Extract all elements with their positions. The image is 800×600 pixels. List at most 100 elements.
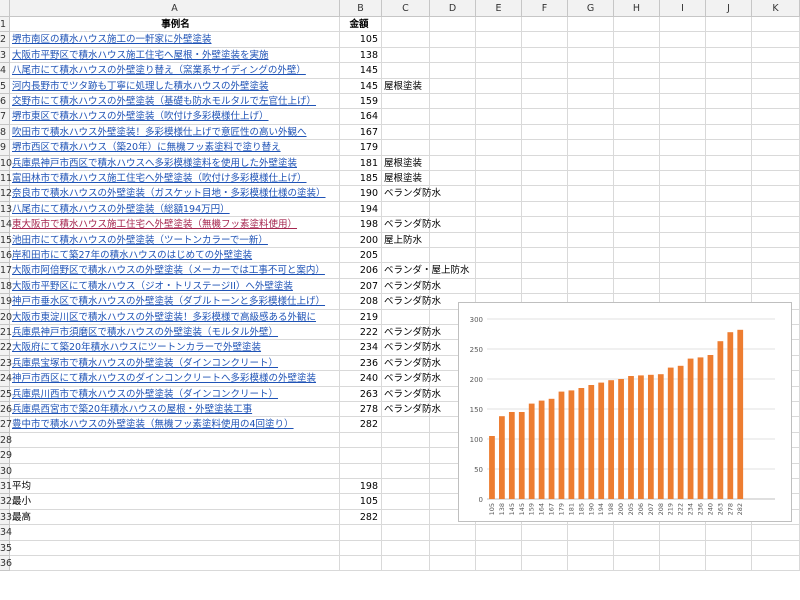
case-link[interactable]: 大阪市平野区で積水ハウス施工住宅へ屋根・外壁塗装を実施 <box>10 47 340 64</box>
cell-note[interactable]: 屋根塗装 <box>382 171 430 187</box>
bar[interactable] <box>598 382 605 499</box>
cell-amount[interactable] <box>340 525 382 541</box>
cell-f[interactable] <box>522 217 568 233</box>
cell-amount[interactable]: 138 <box>340 47 382 64</box>
row-number[interactable]: 11 <box>0 171 12 187</box>
bar[interactable] <box>687 358 694 499</box>
cell-amount[interactable]: 282 <box>340 417 382 433</box>
row-number[interactable]: 15 <box>0 232 12 248</box>
row-number[interactable]: 33 <box>0 509 12 526</box>
cell-note[interactable] <box>382 448 430 464</box>
cell-amount[interactable] <box>340 448 382 464</box>
row-number[interactable]: 20 <box>0 309 12 325</box>
bar[interactable] <box>727 332 734 499</box>
cell-note[interactable] <box>382 248 430 264</box>
cell-h[interactable] <box>614 217 660 233</box>
cell-note[interactable] <box>382 479 430 495</box>
cell-j[interactable] <box>706 201 752 218</box>
amount-bar-chart[interactable]: 0 50 100 150 200 250 300 105 138 145 145 159 164 167 1… <box>458 302 792 522</box>
cell-h[interactable] <box>614 263 660 279</box>
cell-i[interactable] <box>660 47 706 64</box>
cell-i[interactable] <box>660 109 706 125</box>
cell-note[interactable]: ベランダ・屋上防水 <box>382 263 470 279</box>
cell-note[interactable]: ベランダ防水 <box>382 340 441 356</box>
row-number[interactable]: 17 <box>0 263 12 279</box>
cell-amount[interactable]: 164 <box>340 109 382 125</box>
row-number[interactable]: 27 <box>0 417 12 433</box>
case-link[interactable]: 奈良市で積水ハウスの外壁塗装（ガスケット目地・多彩模様仕様の塗装） <box>10 186 340 202</box>
cell-g[interactable] <box>568 155 614 171</box>
cell-d[interactable] <box>430 32 476 48</box>
row-number[interactable]: 6 <box>0 94 10 110</box>
cell-j[interactable] <box>706 124 752 141</box>
case-link[interactable]: 兵庫県神戸市須磨区で積水ハウスの外壁塗装（モルタル外壁） <box>10 325 340 341</box>
cell-h[interactable] <box>614 32 660 48</box>
cell-amount[interactable]: 236 <box>340 355 382 372</box>
cell-k[interactable] <box>752 32 800 48</box>
cell-i[interactable] <box>660 32 706 48</box>
cell-note[interactable]: 屋根塗装 <box>382 155 430 171</box>
cell-h[interactable] <box>614 63 660 79</box>
bar[interactable] <box>508 412 515 499</box>
cell-f[interactable] <box>522 124 568 141</box>
cell-i[interactable] <box>660 540 706 556</box>
cell-j[interactable] <box>706 17 752 33</box>
cell-e[interactable] <box>476 32 522 48</box>
cell-i[interactable] <box>660 248 706 264</box>
cell-note[interactable] <box>382 540 430 556</box>
cell-j[interactable] <box>706 232 752 248</box>
bar[interactable] <box>588 385 595 499</box>
cell-j[interactable] <box>706 78 752 94</box>
cell-e[interactable] <box>476 556 522 572</box>
cell-k[interactable] <box>752 47 800 64</box>
cell-h[interactable] <box>614 556 660 572</box>
cell-amount[interactable]: 219 <box>340 309 382 325</box>
cell-a[interactable] <box>10 525 340 541</box>
case-link[interactable]: 大阪市阿倍野区で積水ハウスの外壁塗装（メーカーでは工事不可と案内） <box>10 263 340 279</box>
case-link[interactable]: 池田市にて積水ハウスの外壁塗装（ツートンカラーで一新） <box>10 232 340 248</box>
cell-h[interactable] <box>614 155 660 171</box>
cell-note[interactable] <box>382 32 430 48</box>
bar[interactable] <box>647 374 654 499</box>
cell-h[interactable] <box>614 124 660 141</box>
cell-k[interactable] <box>752 263 800 279</box>
case-link[interactable]: 交野市にて積水ハウスの外壁塗装（基礎も防水モルタルで左官仕上げ） <box>10 94 340 110</box>
cell-d[interactable] <box>430 78 476 94</box>
cell-k[interactable] <box>752 78 800 94</box>
row-number[interactable]: 22 <box>0 340 12 356</box>
cell-d[interactable] <box>430 248 476 264</box>
cell-note[interactable] <box>382 109 430 125</box>
cell-d[interactable] <box>430 124 476 141</box>
cell-a[interactable] <box>10 432 340 449</box>
cell-amount[interactable]: 206 <box>340 263 382 279</box>
bar[interactable] <box>548 398 555 499</box>
bar[interactable] <box>568 390 575 499</box>
cell-k[interactable] <box>752 556 800 572</box>
cell-f[interactable] <box>522 47 568 64</box>
case-link[interactable]: 兵庫県川西市で積水ハウスの外壁塗装（ダインコンクリート） <box>10 386 340 402</box>
cell-note[interactable] <box>382 309 430 325</box>
cell-note[interactable] <box>382 525 430 541</box>
cell-f[interactable] <box>522 17 568 33</box>
cell-i[interactable] <box>660 17 706 33</box>
cell-j[interactable] <box>706 278 752 295</box>
row-number[interactable]: 25 <box>0 386 12 402</box>
case-link[interactable]: 堺市西区で積水ハウス（築20年）に無機フッ素塗料で塗り替え <box>10 140 340 156</box>
cell-g[interactable] <box>568 248 614 264</box>
cell-j[interactable] <box>706 217 752 233</box>
row-number[interactable]: 4 <box>0 63 10 79</box>
cell-note[interactable] <box>382 140 430 156</box>
cell-f[interactable] <box>522 525 568 541</box>
cell-h[interactable] <box>614 232 660 248</box>
cell-g[interactable] <box>568 140 614 156</box>
cell-d[interactable] <box>430 63 476 79</box>
cell-f[interactable] <box>522 63 568 79</box>
bar[interactable] <box>489 436 495 499</box>
cell-g[interactable] <box>568 171 614 187</box>
cell-e[interactable] <box>476 217 522 233</box>
row-number[interactable]: 34 <box>0 525 12 541</box>
cell-note[interactable]: ベランダ防水 <box>382 217 441 233</box>
bar[interactable] <box>518 412 525 499</box>
cell-note[interactable]: ベランダ防水 <box>382 371 441 387</box>
cell-note[interactable]: ベランダ防水 <box>382 325 441 341</box>
